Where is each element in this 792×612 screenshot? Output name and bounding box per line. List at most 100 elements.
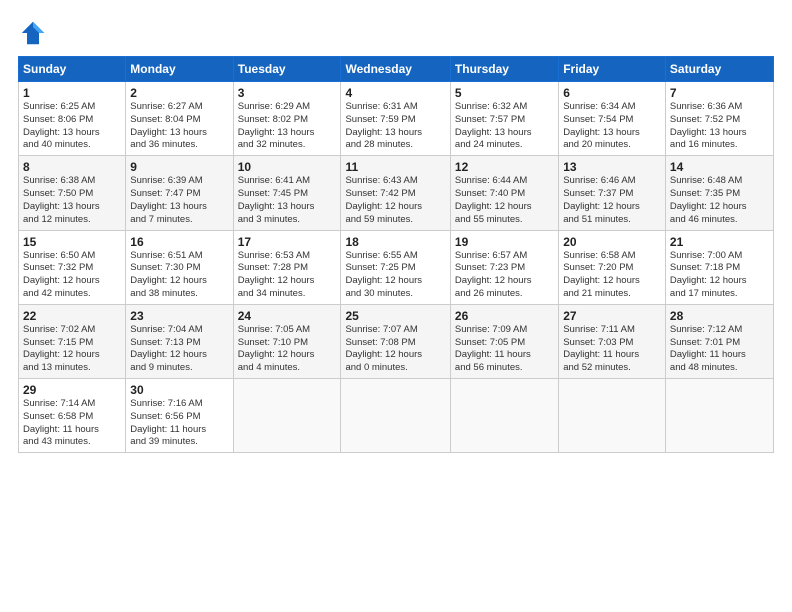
calendar-day-cell: 24Sunrise: 7:05 AM Sunset: 7:10 PM Dayli… — [233, 304, 341, 378]
calendar-day-cell — [559, 379, 666, 453]
calendar-day-cell — [341, 379, 450, 453]
day-header-friday: Friday — [559, 57, 666, 82]
day-number: 22 — [23, 309, 121, 323]
day-info: Sunrise: 7:02 AM Sunset: 7:15 PM Dayligh… — [23, 324, 121, 375]
day-info: Sunrise: 7:14 AM Sunset: 6:58 PM Dayligh… — [23, 398, 121, 449]
calendar-day-cell: 22Sunrise: 7:02 AM Sunset: 7:15 PM Dayli… — [19, 304, 126, 378]
calendar-day-cell: 9Sunrise: 6:39 AM Sunset: 7:47 PM Daylig… — [126, 156, 233, 230]
day-header-monday: Monday — [126, 57, 233, 82]
day-info: Sunrise: 6:55 AM Sunset: 7:25 PM Dayligh… — [345, 250, 445, 301]
day-number: 8 — [23, 160, 121, 174]
calendar-week-5: 29Sunrise: 7:14 AM Sunset: 6:58 PM Dayli… — [19, 379, 774, 453]
day-info: Sunrise: 6:57 AM Sunset: 7:23 PM Dayligh… — [455, 250, 554, 301]
day-number: 6 — [563, 86, 661, 100]
calendar-day-cell: 26Sunrise: 7:09 AM Sunset: 7:05 PM Dayli… — [450, 304, 558, 378]
day-number: 28 — [670, 309, 769, 323]
calendar-day-cell: 21Sunrise: 7:00 AM Sunset: 7:18 PM Dayli… — [665, 230, 773, 304]
calendar-day-cell: 15Sunrise: 6:50 AM Sunset: 7:32 PM Dayli… — [19, 230, 126, 304]
day-info: Sunrise: 6:43 AM Sunset: 7:42 PM Dayligh… — [345, 175, 445, 226]
calendar-day-cell: 11Sunrise: 6:43 AM Sunset: 7:42 PM Dayli… — [341, 156, 450, 230]
day-info: Sunrise: 6:38 AM Sunset: 7:50 PM Dayligh… — [23, 175, 121, 226]
day-info: Sunrise: 7:16 AM Sunset: 6:56 PM Dayligh… — [130, 398, 228, 449]
day-info: Sunrise: 7:04 AM Sunset: 7:13 PM Dayligh… — [130, 324, 228, 375]
day-number: 19 — [455, 235, 554, 249]
day-number: 10 — [238, 160, 337, 174]
day-info: Sunrise: 6:51 AM Sunset: 7:30 PM Dayligh… — [130, 250, 228, 301]
day-info: Sunrise: 6:48 AM Sunset: 7:35 PM Dayligh… — [670, 175, 769, 226]
day-number: 21 — [670, 235, 769, 249]
day-number: 30 — [130, 383, 228, 397]
day-number: 11 — [345, 160, 445, 174]
day-info: Sunrise: 6:53 AM Sunset: 7:28 PM Dayligh… — [238, 250, 337, 301]
calendar-day-cell: 23Sunrise: 7:04 AM Sunset: 7:13 PM Dayli… — [126, 304, 233, 378]
calendar-day-cell: 6Sunrise: 6:34 AM Sunset: 7:54 PM Daylig… — [559, 82, 666, 156]
calendar-day-cell — [450, 379, 558, 453]
calendar-day-cell: 19Sunrise: 6:57 AM Sunset: 7:23 PM Dayli… — [450, 230, 558, 304]
calendar-day-cell: 8Sunrise: 6:38 AM Sunset: 7:50 PM Daylig… — [19, 156, 126, 230]
day-header-sunday: Sunday — [19, 57, 126, 82]
day-info: Sunrise: 6:31 AM Sunset: 7:59 PM Dayligh… — [345, 101, 445, 152]
day-number: 23 — [130, 309, 228, 323]
day-header-tuesday: Tuesday — [233, 57, 341, 82]
calendar-day-cell: 25Sunrise: 7:07 AM Sunset: 7:08 PM Dayli… — [341, 304, 450, 378]
header — [18, 18, 774, 48]
calendar-week-3: 15Sunrise: 6:50 AM Sunset: 7:32 PM Dayli… — [19, 230, 774, 304]
calendar-week-2: 8Sunrise: 6:38 AM Sunset: 7:50 PM Daylig… — [19, 156, 774, 230]
day-number: 27 — [563, 309, 661, 323]
day-number: 3 — [238, 86, 337, 100]
day-info: Sunrise: 6:34 AM Sunset: 7:54 PM Dayligh… — [563, 101, 661, 152]
calendar-day-cell: 1Sunrise: 6:25 AM Sunset: 8:06 PM Daylig… — [19, 82, 126, 156]
logo — [18, 18, 52, 48]
day-number: 13 — [563, 160, 661, 174]
calendar-day-cell: 28Sunrise: 7:12 AM Sunset: 7:01 PM Dayli… — [665, 304, 773, 378]
calendar-day-cell: 5Sunrise: 6:32 AM Sunset: 7:57 PM Daylig… — [450, 82, 558, 156]
calendar-day-cell — [665, 379, 773, 453]
day-number: 12 — [455, 160, 554, 174]
day-number: 17 — [238, 235, 337, 249]
day-number: 9 — [130, 160, 228, 174]
calendar-day-cell: 18Sunrise: 6:55 AM Sunset: 7:25 PM Dayli… — [341, 230, 450, 304]
day-info: Sunrise: 7:07 AM Sunset: 7:08 PM Dayligh… — [345, 324, 445, 375]
calendar-day-cell: 30Sunrise: 7:16 AM Sunset: 6:56 PM Dayli… — [126, 379, 233, 453]
day-info: Sunrise: 6:44 AM Sunset: 7:40 PM Dayligh… — [455, 175, 554, 226]
day-number: 25 — [345, 309, 445, 323]
page: SundayMondayTuesdayWednesdayThursdayFrid… — [0, 0, 792, 612]
calendar-day-cell: 12Sunrise: 6:44 AM Sunset: 7:40 PM Dayli… — [450, 156, 558, 230]
calendar-day-cell: 7Sunrise: 6:36 AM Sunset: 7:52 PM Daylig… — [665, 82, 773, 156]
day-info: Sunrise: 7:12 AM Sunset: 7:01 PM Dayligh… — [670, 324, 769, 375]
calendar-day-cell — [233, 379, 341, 453]
day-info: Sunrise: 6:50 AM Sunset: 7:32 PM Dayligh… — [23, 250, 121, 301]
day-info: Sunrise: 6:39 AM Sunset: 7:47 PM Dayligh… — [130, 175, 228, 226]
calendar-day-cell: 2Sunrise: 6:27 AM Sunset: 8:04 PM Daylig… — [126, 82, 233, 156]
day-info: Sunrise: 6:25 AM Sunset: 8:06 PM Dayligh… — [23, 101, 121, 152]
day-number: 2 — [130, 86, 228, 100]
day-info: Sunrise: 7:09 AM Sunset: 7:05 PM Dayligh… — [455, 324, 554, 375]
calendar-table: SundayMondayTuesdayWednesdayThursdayFrid… — [18, 56, 774, 453]
calendar-header-row: SundayMondayTuesdayWednesdayThursdayFrid… — [19, 57, 774, 82]
calendar-day-cell: 10Sunrise: 6:41 AM Sunset: 7:45 PM Dayli… — [233, 156, 341, 230]
day-info: Sunrise: 6:58 AM Sunset: 7:20 PM Dayligh… — [563, 250, 661, 301]
calendar-day-cell: 13Sunrise: 6:46 AM Sunset: 7:37 PM Dayli… — [559, 156, 666, 230]
calendar-day-cell: 17Sunrise: 6:53 AM Sunset: 7:28 PM Dayli… — [233, 230, 341, 304]
day-info: Sunrise: 6:36 AM Sunset: 7:52 PM Dayligh… — [670, 101, 769, 152]
day-number: 14 — [670, 160, 769, 174]
day-header-thursday: Thursday — [450, 57, 558, 82]
day-info: Sunrise: 6:46 AM Sunset: 7:37 PM Dayligh… — [563, 175, 661, 226]
calendar-week-1: 1Sunrise: 6:25 AM Sunset: 8:06 PM Daylig… — [19, 82, 774, 156]
day-info: Sunrise: 6:32 AM Sunset: 7:57 PM Dayligh… — [455, 101, 554, 152]
day-info: Sunrise: 6:27 AM Sunset: 8:04 PM Dayligh… — [130, 101, 228, 152]
calendar-day-cell: 4Sunrise: 6:31 AM Sunset: 7:59 PM Daylig… — [341, 82, 450, 156]
calendar-day-cell: 27Sunrise: 7:11 AM Sunset: 7:03 PM Dayli… — [559, 304, 666, 378]
day-number: 4 — [345, 86, 445, 100]
day-number: 7 — [670, 86, 769, 100]
day-info: Sunrise: 7:05 AM Sunset: 7:10 PM Dayligh… — [238, 324, 337, 375]
day-number: 16 — [130, 235, 228, 249]
day-header-saturday: Saturday — [665, 57, 773, 82]
day-info: Sunrise: 6:29 AM Sunset: 8:02 PM Dayligh… — [238, 101, 337, 152]
day-info: Sunrise: 7:00 AM Sunset: 7:18 PM Dayligh… — [670, 250, 769, 301]
logo-icon — [18, 18, 48, 48]
calendar-day-cell: 16Sunrise: 6:51 AM Sunset: 7:30 PM Dayli… — [126, 230, 233, 304]
calendar-day-cell: 29Sunrise: 7:14 AM Sunset: 6:58 PM Dayli… — [19, 379, 126, 453]
day-info: Sunrise: 6:41 AM Sunset: 7:45 PM Dayligh… — [238, 175, 337, 226]
day-number: 24 — [238, 309, 337, 323]
